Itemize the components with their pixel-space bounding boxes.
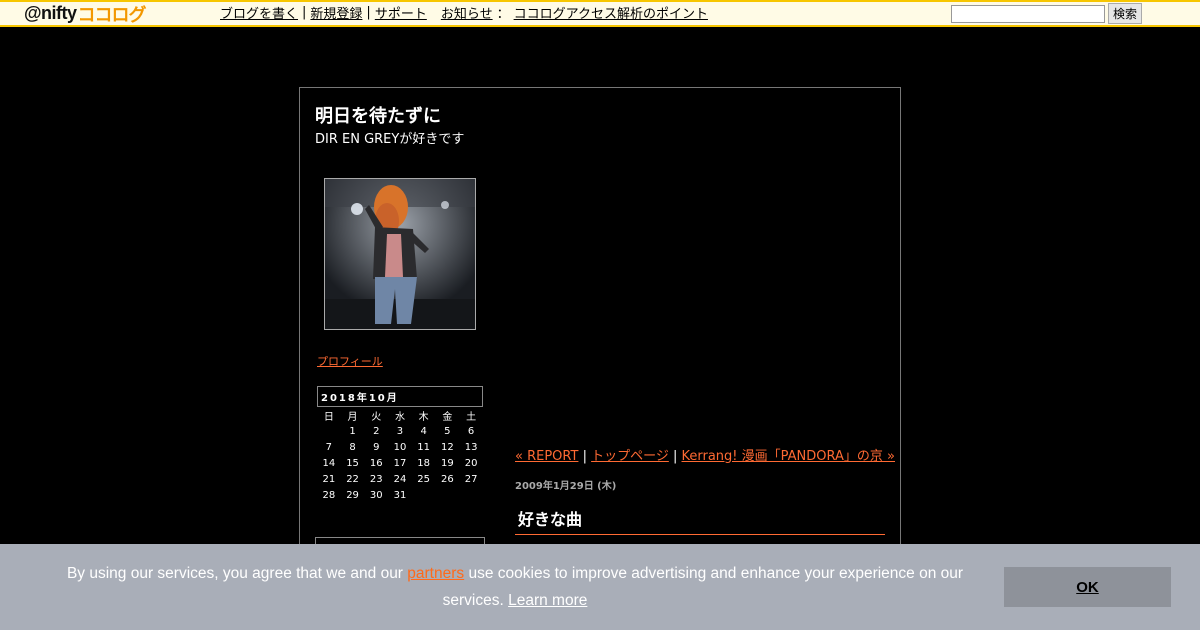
weekday-fri: 金 bbox=[442, 411, 453, 423]
calendar-day: 19 bbox=[441, 457, 454, 469]
entry-title: 好きな曲 bbox=[515, 506, 885, 535]
calendar-day: 24 bbox=[393, 473, 407, 485]
calendar-day: 17 bbox=[393, 457, 407, 469]
calendar-day: 30 bbox=[369, 489, 383, 501]
blog-container: 明日を待たずに DIR EN GREYが好きです プロフィール 2018年10月… bbox=[299, 87, 901, 569]
calendar-day: 15 bbox=[346, 457, 359, 469]
calendar-day: 12 bbox=[441, 441, 454, 453]
calendar-weekday-row: 日 月 火 水 木 金 土 bbox=[317, 407, 483, 423]
calendar-day: 29 bbox=[346, 489, 359, 501]
nav-divider: | bbox=[366, 4, 371, 20]
cookie-banner: By using our services, you agree that we… bbox=[0, 544, 1200, 630]
calendar-day: 16 bbox=[369, 457, 383, 469]
search-button[interactable]: 検索 bbox=[1108, 3, 1143, 24]
calendar: 2018年10月 日 月 火 水 木 金 土 1 2 3 4 5 6 7 8 9… bbox=[317, 386, 483, 503]
entry-nav-separator: | bbox=[668, 449, 682, 464]
access-analysis-link[interactable]: ココログアクセス解析のポイント bbox=[514, 3, 708, 22]
calendar-day: 8 bbox=[349, 441, 356, 453]
partners-link[interactable]: partners bbox=[407, 565, 464, 582]
calendar-day: 23 bbox=[369, 473, 383, 485]
weekday-tue: 火 bbox=[371, 411, 382, 423]
news-colon: ： bbox=[496, 6, 510, 22]
calendar-day: 14 bbox=[322, 457, 336, 469]
cookie-text-before: By using our services, you agree that we… bbox=[66, 565, 408, 582]
calendar-day: 31 bbox=[393, 489, 407, 501]
weekday-wed: 水 bbox=[394, 411, 405, 423]
calendar-day: 18 bbox=[417, 457, 431, 469]
profile-link[interactable]: プロフィール bbox=[317, 353, 383, 369]
calendar-day: 27 bbox=[464, 473, 478, 485]
top-page-link[interactable]: トップページ bbox=[591, 449, 669, 464]
calendar-week: 28 29 30 31 bbox=[317, 487, 483, 503]
calendar-day: 13 bbox=[464, 441, 478, 453]
logo-brand: ココログ bbox=[77, 4, 147, 26]
calendar-week: 1 2 3 4 5 6 bbox=[317, 423, 483, 439]
calendar-caption: 2018年10月 bbox=[317, 386, 483, 407]
support-link[interactable]: サポート bbox=[375, 3, 427, 22]
calendar-day: 25 bbox=[417, 473, 431, 485]
search-input[interactable] bbox=[951, 4, 1105, 23]
calendar-week: 14 15 16 17 18 19 20 bbox=[317, 455, 483, 471]
calendar-day: 28 bbox=[322, 489, 336, 501]
logo-prefix: @nifty bbox=[24, 3, 77, 23]
calendar-day: 11 bbox=[417, 441, 431, 453]
nifty-topbar: @nifty ココログ ブログを書く | 新規登録 | サポート お知らせ ： … bbox=[0, 0, 1200, 27]
calendar-day bbox=[412, 487, 436, 503]
prev-entry-link[interactable]: « REPORT bbox=[515, 449, 578, 464]
calendar-day: 2 bbox=[373, 425, 380, 437]
blog-description: DIR EN GREYが好きです bbox=[315, 132, 465, 147]
weekday-thu: 木 bbox=[418, 411, 429, 423]
nav-divider: | bbox=[302, 4, 307, 20]
entry-navigation: « REPORT | トップページ | Kerrang! 漫画「PANDORA」… bbox=[515, 445, 895, 464]
profile-photo[interactable] bbox=[324, 178, 476, 330]
calendar-day: 9 bbox=[373, 441, 380, 453]
profile-photo-image bbox=[325, 179, 475, 329]
register-link[interactable]: 新規登録 bbox=[310, 3, 362, 22]
calendar-week: 7 8 9 10 11 12 13 bbox=[317, 439, 483, 455]
entry-nav-separator: | bbox=[578, 449, 592, 464]
weekday-sat: 土 bbox=[466, 411, 477, 423]
calendar-day: 6 bbox=[467, 425, 475, 437]
calendar-day: 3 bbox=[396, 425, 404, 437]
calendar-day bbox=[317, 423, 341, 439]
cookie-message: By using our services, you agree that we… bbox=[40, 560, 990, 614]
calendar-day bbox=[459, 487, 483, 503]
calendar-week: 21 22 23 24 25 26 27 bbox=[317, 471, 483, 487]
calendar-day: 1 bbox=[349, 425, 356, 437]
write-blog-link[interactable]: ブログを書く bbox=[220, 3, 298, 22]
calendar-day: 20 bbox=[464, 457, 478, 469]
calendar-day: 26 bbox=[441, 473, 454, 485]
news-link[interactable]: お知らせ bbox=[441, 3, 493, 22]
calendar-day: 22 bbox=[346, 473, 359, 485]
top-search: 検索 bbox=[951, 3, 1143, 24]
calendar-day: 4 bbox=[420, 425, 427, 437]
cocolog-logo[interactable]: @nifty ココログ bbox=[24, 2, 147, 26]
weekday-mon: 月 bbox=[347, 411, 358, 423]
calendar-day: 7 bbox=[325, 441, 333, 453]
calendar-day: 10 bbox=[393, 441, 407, 453]
calendar-day bbox=[436, 487, 460, 503]
cookie-ok-button[interactable]: OK bbox=[1004, 567, 1171, 607]
entry-date: 2009年1月29日 (木) bbox=[515, 481, 617, 492]
calendar-day: 5 bbox=[444, 425, 451, 437]
calendar-day: 21 bbox=[322, 473, 336, 485]
weekday-sun: 日 bbox=[323, 411, 334, 423]
top-navigation: ブログを書く | 新規登録 | サポート お知らせ ： ココログアクセス解析のポ… bbox=[220, 2, 708, 22]
learn-more-link[interactable]: Learn more bbox=[508, 592, 587, 609]
blog-title[interactable]: 明日を待たずに bbox=[315, 102, 441, 128]
next-entry-link[interactable]: Kerrang! 漫画「PANDORA」の京 » bbox=[682, 449, 896, 464]
